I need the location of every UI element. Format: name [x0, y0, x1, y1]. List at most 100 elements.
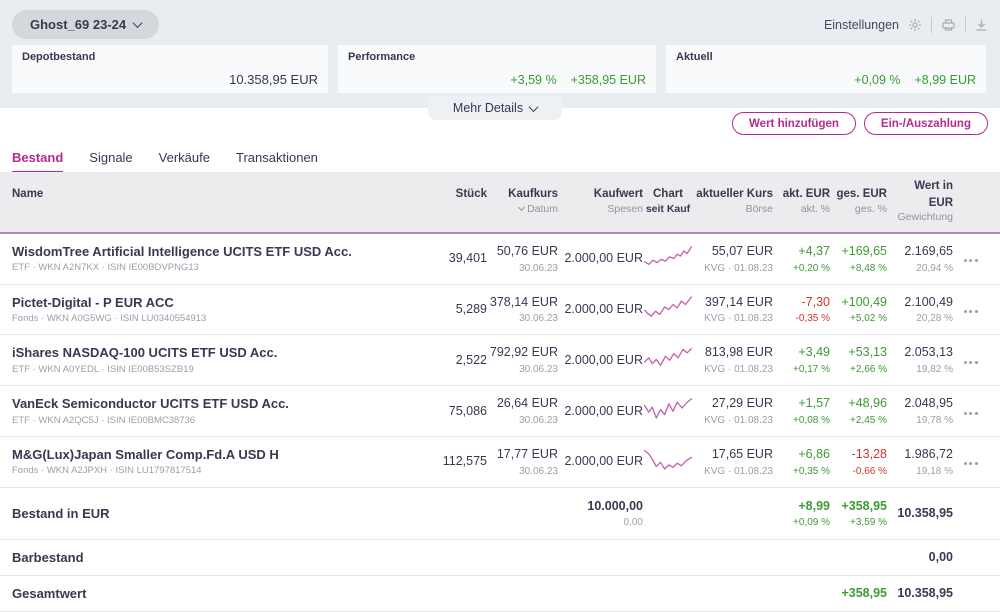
buy-price: 26,64 EUR [496, 396, 558, 411]
sparkline-chart[interactable] [643, 241, 693, 271]
current-price: 397,14 EUR [704, 294, 773, 309]
table-row[interactable]: iShares NASDAQ-100 UCITS ETF USD Acc. ET… [0, 335, 1000, 387]
download-icon[interactable] [975, 18, 988, 32]
price-source: KVG · 01.08.23 [704, 313, 773, 325]
col-buy-price[interactable]: Kaufkurs [487, 186, 558, 203]
day-change-pct: +0,35 % [793, 465, 830, 477]
gear-icon[interactable] [908, 18, 922, 32]
col-value-eur[interactable]: Wert in EUR [887, 178, 953, 211]
position-value: 2.053,13 [904, 345, 953, 360]
col-name[interactable]: Name [12, 186, 362, 203]
sort-chevron-down-icon[interactable] [518, 203, 526, 212]
current-price: 813,98 EUR [704, 345, 773, 360]
summary-total-pct: +3,59 % [850, 517, 887, 529]
total-change-pct: +8,48 % [850, 262, 887, 274]
buy-date: 30.06.23 [519, 465, 558, 477]
instrument-name[interactable]: Pictet-Digital - P EUR ACC [12, 293, 362, 313]
col-day-eur[interactable]: akt. EUR [773, 186, 830, 203]
table-row[interactable]: M&G(Lux)Japan Smaller Comp.Fd.A USD H Fo… [0, 437, 1000, 488]
summary-label: Barbestand [12, 550, 84, 566]
col-buy-value[interactable]: Kaufwert [558, 186, 643, 203]
sparkline-chart[interactable] [643, 292, 693, 322]
shares-cell: 39,401 [448, 251, 487, 266]
instrument-identifiers: Fonds · WKN A2JPXH · ISIN LU1797817514 [12, 465, 202, 477]
summary-label: Gesamtwert [12, 586, 87, 602]
chevron-down-icon [528, 101, 539, 112]
shares-cell: 2,522 [455, 352, 487, 367]
total-change-pct: +2,66 % [850, 364, 887, 376]
total-change-pct: +5,02 % [850, 313, 887, 325]
price-source: KVG · 01.08.23 [704, 262, 773, 274]
card-label: Performance [348, 51, 416, 63]
chevron-down-icon [132, 18, 143, 29]
table-body: WisdomTree Artificial Intelligence UCITS… [0, 234, 1000, 488]
day-change-pct: +0,08 % [793, 414, 830, 426]
table-header-row: Name Stück Kaufkurs Datum Kaufwert Spese… [0, 172, 1000, 234]
day-change-eur: +6,86 [798, 446, 830, 461]
table-row[interactable]: WisdomTree Artificial Intelligence UCITS… [0, 234, 1000, 285]
total-change-eur: +53,13 [848, 345, 887, 360]
summary-row-gesamtwert: Gesamtwert +358,95 10.358,95 [0, 576, 1000, 612]
buy-value-cell: 2.000,00 EUR [564, 403, 643, 418]
portfolio-name: Ghost_69 23-24 [30, 17, 127, 32]
price-source: KVG · 01.08.23 [704, 414, 773, 426]
col-total-eur[interactable]: ges. EUR [830, 186, 888, 203]
buy-price: 792,92 EUR [489, 345, 558, 360]
table-row[interactable]: VanEck Semiconductor UCITS ETF USD Acc. … [0, 386, 1000, 437]
holdings-table: Name Stück Kaufkurs Datum Kaufwert Spese… [0, 172, 1000, 612]
shares-cell: 75,086 [448, 403, 487, 418]
col-shares[interactable]: Stück [362, 186, 487, 203]
table-row[interactable]: Pictet-Digital - P EUR ACC Fonds · WKN A… [0, 285, 1000, 336]
instrument-name[interactable]: WisdomTree Artificial Intelligence UCITS… [12, 242, 362, 262]
tab-bestand[interactable]: Bestand [12, 150, 64, 173]
buy-value-cell: 2.000,00 EUR [564, 454, 643, 469]
row-menu-button[interactable] [963, 307, 978, 316]
buy-date: 30.06.23 [519, 262, 558, 274]
position-value: 1.986,72 [904, 446, 953, 461]
current-price: 17,65 EUR [711, 446, 773, 461]
total-change-pct: -0,66 % [852, 465, 887, 477]
instrument-name[interactable]: M&G(Lux)Japan Smaller Comp.Fd.A USD H [12, 445, 362, 465]
sparkline-chart[interactable] [643, 444, 693, 474]
col-current-price[interactable]: aktueller Kurs [693, 186, 773, 203]
position-weight: 19,18 % [916, 465, 953, 477]
printer-icon[interactable] [941, 18, 956, 32]
row-menu-button[interactable] [963, 459, 978, 468]
depot-page: Ghost_69 23-24 Einstellungen Depotbestan… [0, 0, 1000, 612]
aktuell-amount: +8,99 EUR [914, 73, 977, 87]
divider [931, 16, 932, 33]
add-value-button[interactable]: Wert hinzufügen [732, 112, 856, 135]
instrument-name[interactable]: VanEck Semiconductor UCITS ETF USD Acc. [12, 394, 362, 414]
price-source: KVG · 01.08.23 [704, 465, 773, 477]
sparkline-chart[interactable] [643, 393, 693, 423]
instrument-name[interactable]: iShares NASDAQ-100 UCITS ETF USD Acc. [12, 343, 362, 363]
row-menu-button[interactable] [963, 409, 978, 418]
settings-label[interactable]: Einstellungen [824, 18, 899, 32]
divider [965, 16, 966, 33]
day-change-pct: +0,20 % [793, 262, 830, 274]
summary-row-bestand: Bestand in EUR 10.000,00 0,00 +8,99 +0,0… [0, 488, 1000, 541]
current-price: 55,07 EUR [711, 243, 773, 258]
deposit-withdraw-button[interactable]: Ein-/Auszahlung [863, 112, 988, 135]
position-value: 2.048,95 [904, 396, 953, 411]
buy-price: 17,77 EUR [496, 446, 558, 461]
sparkline-chart[interactable] [643, 342, 693, 372]
tab-transaktionen[interactable]: Transaktionen [236, 150, 318, 173]
aktuell-card: Aktuell +0,09 % +8,99 EUR [666, 45, 986, 93]
portfolio-selector[interactable]: Ghost_69 23-24 [12, 10, 160, 39]
aktuell-percent: +0,09 % [854, 73, 901, 87]
tab-signale[interactable]: Signale [89, 150, 132, 173]
buy-value-cell: 2.000,00 EUR [564, 352, 643, 367]
position-weight: 19,82 % [916, 364, 953, 376]
row-menu-button[interactable] [963, 256, 978, 265]
total-change-eur: +100,49 [841, 294, 887, 309]
total-change-eur: +169,65 [841, 243, 887, 258]
summary-row-barbestand: Barbestand 0,00 [0, 540, 1000, 577]
summary-day-pct: +0,09 % [793, 517, 830, 529]
more-details-button[interactable]: Mehr Details [428, 96, 562, 120]
tab-verkaeufe[interactable]: Verkäufe [159, 150, 210, 173]
col-chart[interactable]: Chart [643, 186, 693, 203]
row-menu-button[interactable] [963, 358, 978, 367]
day-change-eur: -7,30 [801, 294, 831, 309]
total-change-pct: +2,45 % [850, 414, 887, 426]
